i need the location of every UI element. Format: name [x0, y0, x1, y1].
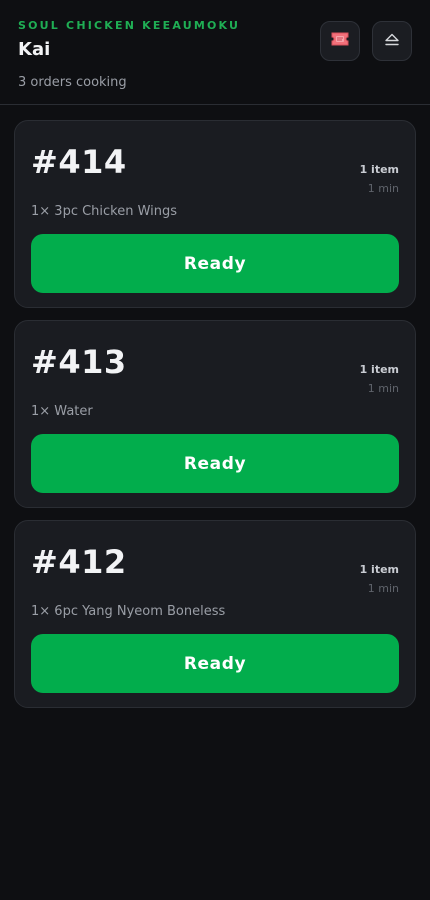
elapsed-time: 1 min: [367, 382, 399, 395]
ready-button[interactable]: Ready: [31, 434, 399, 493]
order-items: 1× 3pc Chicken Wings: [31, 204, 178, 219]
order-card: #412 1 item 1 min 1× 6pc Yang Nyeom Bone…: [14, 520, 416, 708]
ready-button[interactable]: Ready: [31, 234, 399, 293]
ticket-button[interactable]: [320, 21, 360, 61]
order-number: #413: [31, 343, 127, 381]
elapsed-time: 1 min: [367, 182, 399, 195]
ready-button[interactable]: Ready: [31, 634, 399, 693]
order-card: #414 1 item 1 min 1× 3pc Chicken Wings R…: [14, 120, 416, 308]
store-name: SOUL CHICKEN KEEAUMOKU: [18, 19, 241, 32]
elapsed-time: 1 min: [367, 582, 399, 595]
staff-name: Kai: [18, 39, 51, 60]
order-number: #412: [31, 543, 127, 581]
order-list: #414 1 item 1 min 1× 3pc Chicken Wings R…: [14, 120, 416, 720]
ticket-icon: [330, 31, 350, 51]
orders-status: 3 orders cooking: [18, 75, 127, 90]
item-count: 1 item: [359, 363, 399, 376]
header: SOUL CHICKEN KEEAUMOKU Kai 3 orders cook…: [0, 0, 430, 105]
item-count: 1 item: [359, 563, 399, 576]
item-count: 1 item: [359, 163, 399, 176]
eject-icon: [384, 32, 400, 51]
kitchen-display: SOUL CHICKEN KEEAUMOKU Kai 3 orders cook…: [0, 0, 430, 900]
order-items: 1× Water: [31, 404, 93, 419]
order-items: 1× 6pc Yang Nyeom Boneless: [31, 604, 226, 619]
order-number: #414: [31, 143, 127, 181]
order-card: #413 1 item 1 min 1× Water Ready: [14, 320, 416, 508]
eject-button[interactable]: [372, 21, 412, 61]
